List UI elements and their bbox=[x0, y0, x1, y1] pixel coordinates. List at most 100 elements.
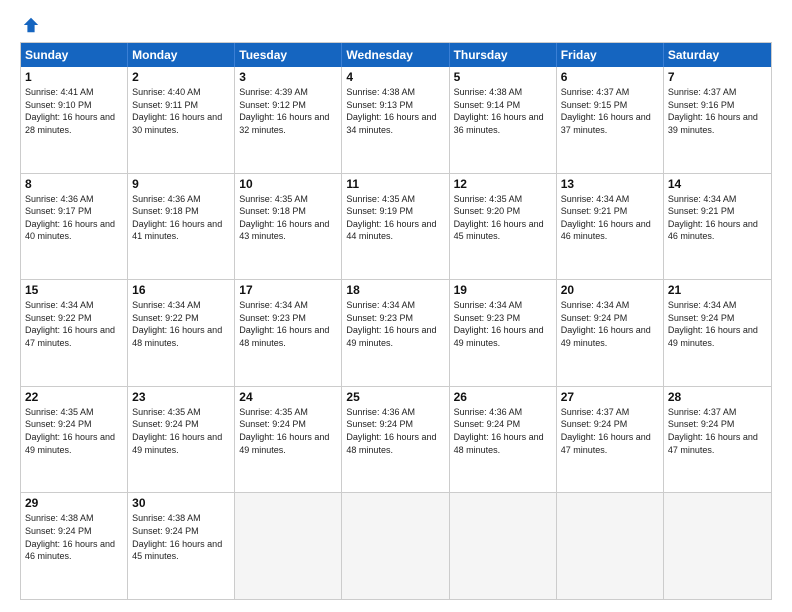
day-number: 20 bbox=[561, 283, 659, 297]
calendar-cell: 27 Sunrise: 4:37 AMSunset: 9:24 PMDayligh… bbox=[557, 387, 664, 493]
cell-info: Sunrise: 4:34 AMSunset: 9:22 PMDaylight:… bbox=[132, 299, 230, 349]
day-number: 12 bbox=[454, 177, 552, 191]
cell-info: Sunrise: 4:35 AMSunset: 9:24 PMDaylight:… bbox=[25, 406, 123, 456]
day-number: 30 bbox=[132, 496, 230, 510]
header bbox=[20, 18, 772, 34]
cell-info: Sunrise: 4:34 AMSunset: 9:21 PMDaylight:… bbox=[668, 193, 767, 243]
calendar-cell: 23 Sunrise: 4:35 AMSunset: 9:24 PMDayligh… bbox=[128, 387, 235, 493]
cell-info: Sunrise: 4:38 AMSunset: 9:14 PMDaylight:… bbox=[454, 86, 552, 136]
cell-info: Sunrise: 4:34 AMSunset: 9:21 PMDaylight:… bbox=[561, 193, 659, 243]
day-number: 29 bbox=[25, 496, 123, 510]
cell-info: Sunrise: 4:37 AMSunset: 9:24 PMDaylight:… bbox=[668, 406, 767, 456]
calendar-cell: 20 Sunrise: 4:34 AMSunset: 9:24 PMDayligh… bbox=[557, 280, 664, 386]
calendar-cell bbox=[342, 493, 449, 599]
calendar-cell: 3 Sunrise: 4:39 AMSunset: 9:12 PMDaylight… bbox=[235, 67, 342, 173]
cell-info: Sunrise: 4:36 AMSunset: 9:18 PMDaylight:… bbox=[132, 193, 230, 243]
calendar-cell: 1 Sunrise: 4:41 AMSunset: 9:10 PMDaylight… bbox=[21, 67, 128, 173]
calendar-row: 29 Sunrise: 4:38 AMSunset: 9:24 PMDayligh… bbox=[21, 493, 771, 599]
day-number: 2 bbox=[132, 70, 230, 84]
cell-info: Sunrise: 4:38 AMSunset: 9:13 PMDaylight:… bbox=[346, 86, 444, 136]
calendar-cell: 24 Sunrise: 4:35 AMSunset: 9:24 PMDayligh… bbox=[235, 387, 342, 493]
cell-info: Sunrise: 4:35 AMSunset: 9:19 PMDaylight:… bbox=[346, 193, 444, 243]
cell-info: Sunrise: 4:35 AMSunset: 9:18 PMDaylight:… bbox=[239, 193, 337, 243]
day-number: 17 bbox=[239, 283, 337, 297]
calendar-cell: 21 Sunrise: 4:34 AMSunset: 9:24 PMDayligh… bbox=[664, 280, 771, 386]
calendar-cell: 18 Sunrise: 4:34 AMSunset: 9:23 PMDayligh… bbox=[342, 280, 449, 386]
cell-info: Sunrise: 4:34 AMSunset: 9:23 PMDaylight:… bbox=[239, 299, 337, 349]
calendar-cell bbox=[664, 493, 771, 599]
calendar-cell: 8Sunrise: 4:36 AMSunset: 9:17 PMDaylight… bbox=[21, 174, 128, 280]
calendar-header-cell: Tuesday bbox=[235, 43, 342, 67]
calendar-body: 1 Sunrise: 4:41 AMSunset: 9:10 PMDaylight… bbox=[21, 67, 771, 599]
calendar-header-cell: Friday bbox=[557, 43, 664, 67]
calendar-header-cell: Sunday bbox=[21, 43, 128, 67]
day-number: 3 bbox=[239, 70, 337, 84]
cell-info: Sunrise: 4:37 AMSunset: 9:16 PMDaylight:… bbox=[668, 86, 767, 136]
logo-icon bbox=[22, 16, 40, 34]
cell-info: Sunrise: 4:35 AMSunset: 9:20 PMDaylight:… bbox=[454, 193, 552, 243]
calendar-cell: 15 Sunrise: 4:34 AMSunset: 9:22 PMDayligh… bbox=[21, 280, 128, 386]
calendar-cell: 13 Sunrise: 4:34 AMSunset: 9:21 PMDayligh… bbox=[557, 174, 664, 280]
day-number: 28 bbox=[668, 390, 767, 404]
cell-info: Sunrise: 4:34 AMSunset: 9:22 PMDaylight:… bbox=[25, 299, 123, 349]
calendar-cell: 6Sunrise: 4:37 AMSunset: 9:15 PMDaylight… bbox=[557, 67, 664, 173]
day-number: 21 bbox=[668, 283, 767, 297]
cell-info: Sunrise: 4:34 AMSunset: 9:24 PMDaylight:… bbox=[668, 299, 767, 349]
page: SundayMondayTuesdayWednesdayThursdayFrid… bbox=[0, 0, 792, 612]
day-number: 27 bbox=[561, 390, 659, 404]
cell-info: Sunrise: 4:41 AMSunset: 9:10 PMDaylight:… bbox=[25, 86, 123, 136]
cell-info: Sunrise: 4:36 AMSunset: 9:17 PMDaylight:… bbox=[25, 193, 123, 243]
calendar-row: 1 Sunrise: 4:41 AMSunset: 9:10 PMDaylight… bbox=[21, 67, 771, 174]
cell-info: Sunrise: 4:35 AMSunset: 9:24 PMDaylight:… bbox=[239, 406, 337, 456]
day-number: 23 bbox=[132, 390, 230, 404]
day-number: 15 bbox=[25, 283, 123, 297]
logo bbox=[20, 18, 40, 34]
day-number: 18 bbox=[346, 283, 444, 297]
calendar-cell: 2 Sunrise: 4:40 AMSunset: 9:11 PMDaylight… bbox=[128, 67, 235, 173]
calendar-header-cell: Thursday bbox=[450, 43, 557, 67]
cell-info: Sunrise: 4:38 AMSunset: 9:24 PMDaylight:… bbox=[25, 512, 123, 562]
calendar-cell: 19 Sunrise: 4:34 AMSunset: 9:23 PMDayligh… bbox=[450, 280, 557, 386]
day-number: 16 bbox=[132, 283, 230, 297]
cell-info: Sunrise: 4:37 AMSunset: 9:24 PMDaylight:… bbox=[561, 406, 659, 456]
cell-info: Sunrise: 4:34 AMSunset: 9:23 PMDaylight:… bbox=[454, 299, 552, 349]
calendar-row: 8Sunrise: 4:36 AMSunset: 9:17 PMDaylight… bbox=[21, 174, 771, 281]
calendar-header: SundayMondayTuesdayWednesdayThursdayFrid… bbox=[21, 43, 771, 67]
calendar-cell: 26 Sunrise: 4:36 AMSunset: 9:24 PMDayligh… bbox=[450, 387, 557, 493]
cell-info: Sunrise: 4:35 AMSunset: 9:24 PMDaylight:… bbox=[132, 406, 230, 456]
calendar-cell: 16 Sunrise: 4:34 AMSunset: 9:22 PMDayligh… bbox=[128, 280, 235, 386]
calendar-cell: 11 Sunrise: 4:35 AMSunset: 9:19 PMDayligh… bbox=[342, 174, 449, 280]
cell-info: Sunrise: 4:36 AMSunset: 9:24 PMDaylight:… bbox=[454, 406, 552, 456]
day-number: 26 bbox=[454, 390, 552, 404]
cell-info: Sunrise: 4:34 AMSunset: 9:24 PMDaylight:… bbox=[561, 299, 659, 349]
calendar-cell: 25Sunrise: 4:36 AMSunset: 9:24 PMDayligh… bbox=[342, 387, 449, 493]
day-number: 13 bbox=[561, 177, 659, 191]
day-number: 4 bbox=[346, 70, 444, 84]
calendar-cell bbox=[235, 493, 342, 599]
calendar-cell: 29 Sunrise: 4:38 AMSunset: 9:24 PMDayligh… bbox=[21, 493, 128, 599]
calendar-cell: 7Sunrise: 4:37 AMSunset: 9:16 PMDaylight… bbox=[664, 67, 771, 173]
calendar-row: 15 Sunrise: 4:34 AMSunset: 9:22 PMDayligh… bbox=[21, 280, 771, 387]
calendar-cell: 30 Sunrise: 4:38 AMSunset: 9:24 PMDayligh… bbox=[128, 493, 235, 599]
calendar-cell bbox=[557, 493, 664, 599]
calendar-header-cell: Monday bbox=[128, 43, 235, 67]
calendar-cell: 4 Sunrise: 4:38 AMSunset: 9:13 PMDaylight… bbox=[342, 67, 449, 173]
day-number: 11 bbox=[346, 177, 444, 191]
calendar-cell: 10 Sunrise: 4:35 AMSunset: 9:18 PMDayligh… bbox=[235, 174, 342, 280]
day-number: 1 bbox=[25, 70, 123, 84]
calendar-cell: 28 Sunrise: 4:37 AMSunset: 9:24 PMDayligh… bbox=[664, 387, 771, 493]
calendar-cell: 17 Sunrise: 4:34 AMSunset: 9:23 PMDayligh… bbox=[235, 280, 342, 386]
day-number: 24 bbox=[239, 390, 337, 404]
cell-info: Sunrise: 4:39 AMSunset: 9:12 PMDaylight:… bbox=[239, 86, 337, 136]
day-number: 25 bbox=[346, 390, 444, 404]
calendar: SundayMondayTuesdayWednesdayThursdayFrid… bbox=[20, 42, 772, 600]
calendar-cell: 14Sunrise: 4:34 AMSunset: 9:21 PMDayligh… bbox=[664, 174, 771, 280]
cell-info: Sunrise: 4:40 AMSunset: 9:11 PMDaylight:… bbox=[132, 86, 230, 136]
calendar-cell bbox=[450, 493, 557, 599]
day-number: 9 bbox=[132, 177, 230, 191]
day-number: 10 bbox=[239, 177, 337, 191]
calendar-cell: 5Sunrise: 4:38 AMSunset: 9:14 PMDaylight… bbox=[450, 67, 557, 173]
day-number: 19 bbox=[454, 283, 552, 297]
cell-info: Sunrise: 4:34 AMSunset: 9:23 PMDaylight:… bbox=[346, 299, 444, 349]
cell-info: Sunrise: 4:38 AMSunset: 9:24 PMDaylight:… bbox=[132, 512, 230, 562]
